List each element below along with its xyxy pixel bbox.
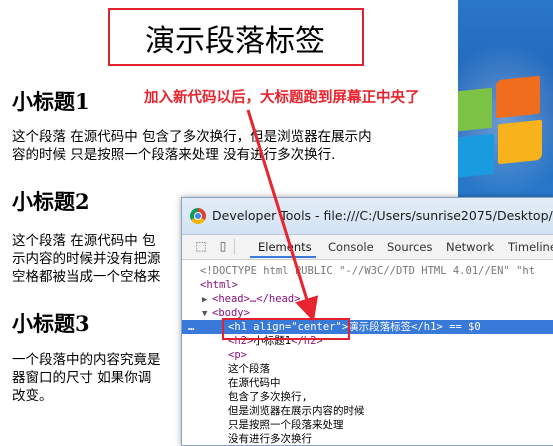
inspect-element-icon[interactable]: ⬚ xyxy=(194,239,208,253)
section-paragraph-1: 这个段落 在源代码中 包含了多次换行，但是浏览器在展示内 容的时候 只是按照一个… xyxy=(12,128,452,164)
devtools-tab-bar: ⬚ ▯ Elements Console Sources Network Tim… xyxy=(182,235,553,260)
attribute-highlight-box xyxy=(222,318,350,340)
paragraph-line: 这个段落 在源代码中 包含了多次换行，但是浏览器在展示内 xyxy=(12,129,372,145)
p-text-line: 在源代码中 xyxy=(228,377,281,389)
p-text-line: 但是浏览器在展示内容的时候 xyxy=(228,405,365,417)
p-text-line: 只是按照一个段落来处理 xyxy=(228,419,344,431)
tab-console[interactable]: Console xyxy=(328,240,374,254)
page-title: 演示段落标签 xyxy=(145,24,325,59)
collapse-triangle-icon[interactable]: ▼ xyxy=(182,307,212,321)
p-open-tag: <p> xyxy=(228,349,247,361)
dom-node-doctype[interactable]: <!DOCTYPE html PUBLIC "-//W3C//DTD HTML … xyxy=(182,264,553,278)
doctype-text: <!DOCTYPE html PUBLIC "-//W3C//DTD HTML … xyxy=(200,265,536,277)
section-heading-2: 小标题2 xyxy=(12,189,90,214)
expand-triangle-icon[interactable]: ▶ xyxy=(182,293,212,307)
windows-logo-icon xyxy=(458,60,553,190)
elements-dom-tree[interactable]: <!DOCTYPE html PUBLIC "-//W3C//DTD HTML … xyxy=(182,260,553,445)
paragraph-line: 容的时候 只是按照一个段落来处理 没有进行多次换行. xyxy=(12,147,336,163)
device-mode-icon[interactable]: ▯ xyxy=(216,239,230,253)
dom-node-p[interactable]: <p> xyxy=(182,348,553,362)
h1-text: 演示段落标签 xyxy=(348,321,412,333)
section-heading-1: 小标题1 xyxy=(12,89,90,114)
dom-node-head[interactable]: ▶ <head>…</head> xyxy=(182,292,553,306)
annotation-text: 加入新代码以后，大标题跑到屏幕正中央了 xyxy=(144,90,420,106)
chrome-icon xyxy=(190,208,206,224)
console-ref: == $0 xyxy=(449,321,481,333)
head-tag: <head>…</head> xyxy=(212,293,301,305)
tab-network[interactable]: Network xyxy=(446,240,494,254)
p-text-line: 这个段落 xyxy=(228,363,270,375)
tab-elements[interactable]: Elements xyxy=(258,240,312,254)
devtools-window-title: Developer Tools - file:///C:/Users/sunri… xyxy=(212,208,553,223)
dom-node-html[interactable]: <html> xyxy=(182,278,553,292)
devtools-titlebar[interactable]: Developer Tools - file:///C:/Users/sunri… xyxy=(182,198,553,235)
tab-sources[interactable]: Sources xyxy=(387,240,433,254)
section-heading-3: 小标题3 xyxy=(12,311,90,336)
active-tab-indicator xyxy=(250,256,316,258)
h1-close-tag: </h1> xyxy=(411,321,443,333)
more-options-icon[interactable]: … xyxy=(188,320,194,334)
tab-timeline[interactable]: Timeline xyxy=(508,240,553,254)
html-tag: <html> xyxy=(200,279,238,291)
p-text-line: 包含了多次换行, xyxy=(228,391,308,403)
